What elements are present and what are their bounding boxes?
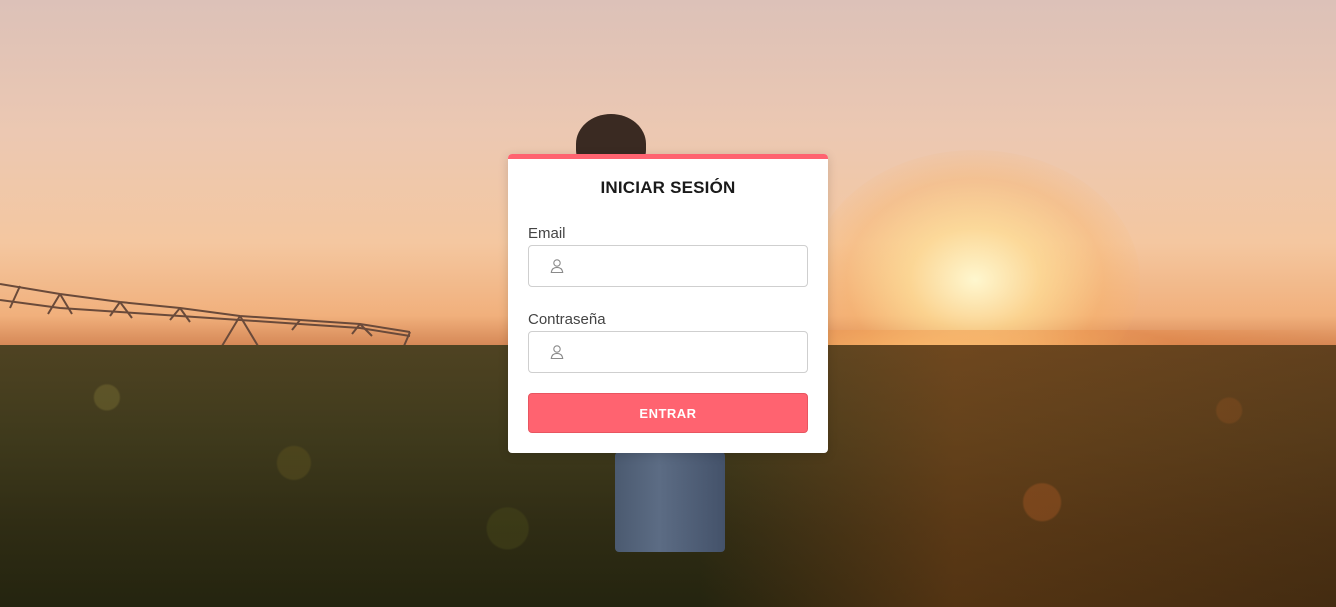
- person-legs: [615, 452, 725, 552]
- irrigation-pivot-image: [0, 283, 411, 347]
- user-icon: [550, 345, 564, 360]
- login-title: INICIAR SESIÓN: [600, 178, 736, 197]
- user-icon: [550, 259, 564, 274]
- password-label: Contraseña: [528, 311, 606, 328]
- email-field-wrapper[interactable]: [528, 245, 808, 287]
- card-accent-bar: [508, 154, 828, 159]
- email-label: Email: [528, 225, 566, 242]
- submit-button[interactable]: ENTRAR: [528, 393, 808, 433]
- email-input[interactable]: [575, 246, 797, 286]
- password-input[interactable]: [575, 332, 797, 372]
- login-card: INICIAR SESIÓN Email Contraseña ENTRAR: [508, 154, 828, 453]
- password-field-wrapper[interactable]: [528, 331, 808, 373]
